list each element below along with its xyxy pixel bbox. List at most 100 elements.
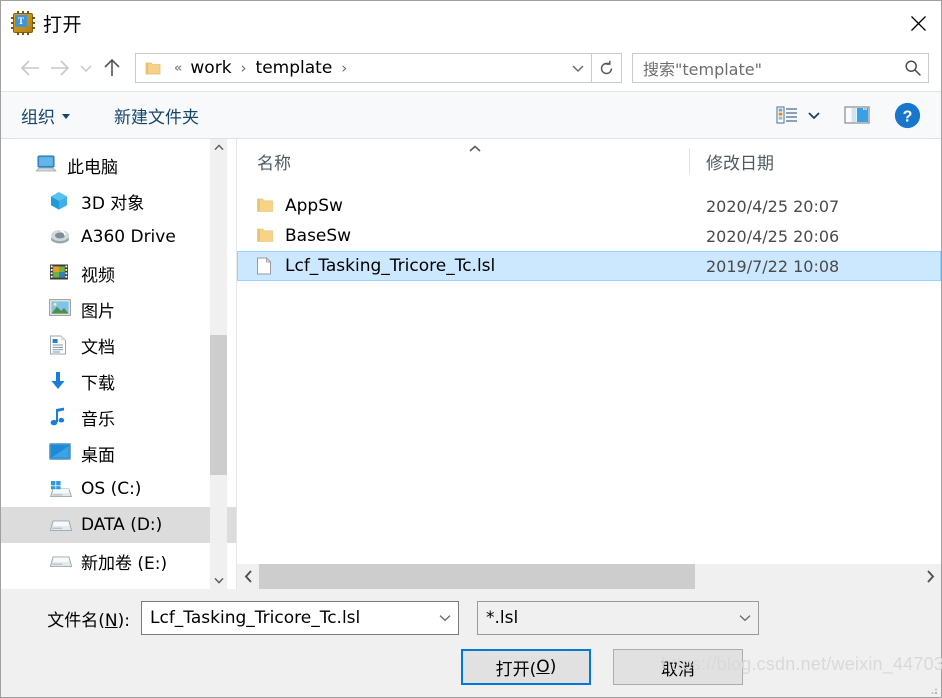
path-dropdown-button[interactable] xyxy=(565,54,591,82)
sidebar-scrollbar[interactable] xyxy=(210,139,227,589)
breadcrumb-chevron-2[interactable]: › xyxy=(333,59,355,77)
file-list-pane: 名称 修改日期 AppSw 2020/4/25 20:07 BaseSw 202… xyxy=(237,139,941,590)
chevron-down-icon xyxy=(62,114,70,119)
hscroll-right-button[interactable] xyxy=(919,564,941,590)
cancel-button[interactable]: 取消 xyxy=(613,649,743,685)
sidebar-item-label: 文档 xyxy=(81,337,115,358)
sort-ascending-icon xyxy=(465,139,485,152)
hscroll-track[interactable] xyxy=(259,563,919,590)
windows-drive-icon xyxy=(49,479,73,499)
view-mode-button[interactable] xyxy=(770,92,804,138)
title-bar: T 打开 xyxy=(1,1,941,45)
recent-locations-button[interactable] xyxy=(75,53,97,83)
file-name-text: Lcf_Tasking_Tricore_Tc.lsl xyxy=(285,256,496,276)
preview-pane-button[interactable] xyxy=(830,92,884,138)
breadcrumb-overflow[interactable]: « xyxy=(167,61,189,76)
column-header-name[interactable]: 名称 xyxy=(237,148,689,174)
new-folder-label: 新建文件夹 xyxy=(114,107,199,128)
a360-drive-icon xyxy=(49,227,71,247)
table-row[interactable]: BaseSw 2020/4/25 20:06 xyxy=(237,221,941,251)
file-date-cell: 2020/4/25 20:07 xyxy=(706,196,840,216)
table-row[interactable]: AppSw 2020/4/25 20:07 xyxy=(237,191,941,221)
sidebar-item-this-pc[interactable]: 此电脑 xyxy=(1,147,236,183)
file-name-cell: Lcf_Tasking_Tricore_Tc.lsl xyxy=(238,256,690,276)
sidebar-item-os-c[interactable]: OS (C:) xyxy=(1,471,236,507)
chevron-down-icon xyxy=(213,577,224,584)
filename-row: 文件名(N): Lcf_Tasking_Tricore_Tc.lsl *.lsl xyxy=(17,601,925,635)
breadcrumb-item-work[interactable]: work xyxy=(189,58,232,78)
filetype-dropdown-button[interactable] xyxy=(732,602,758,634)
filename-value[interactable]: Lcf_Tasking_Tricore_Tc.lsl xyxy=(150,608,432,628)
column-header-date[interactable]: 修改日期 xyxy=(689,148,941,174)
music-icon xyxy=(49,407,71,427)
arrow-right-icon xyxy=(51,60,70,76)
hscroll-thumb[interactable] xyxy=(259,563,695,590)
sidebar-item-pictures[interactable]: 图片 xyxy=(1,291,236,327)
sidebar-item-label: 新加卷 (E:) xyxy=(81,553,168,574)
filetype-value[interactable]: *.lsl xyxy=(486,608,732,628)
sidebar-item-label: A360 Drive xyxy=(81,227,176,247)
videos-icon xyxy=(49,263,71,283)
close-button[interactable] xyxy=(895,1,941,45)
resize-grip[interactable] xyxy=(926,682,938,694)
command-toolbar: 组织 新建文件夹 ? xyxy=(1,91,941,139)
file-list-horizontal-scrollbar[interactable] xyxy=(237,563,941,590)
organize-button[interactable]: 组织 xyxy=(21,92,70,138)
up-button[interactable] xyxy=(97,53,127,83)
sidebar-item-downloads[interactable]: 下载 xyxy=(1,363,236,399)
pictures-icon xyxy=(49,299,71,319)
sidebar-item-label: 音乐 xyxy=(81,409,115,430)
chevron-down-icon xyxy=(572,65,584,72)
view-mode-dropdown[interactable] xyxy=(804,92,830,138)
back-button[interactable] xyxy=(15,53,45,83)
downloads-icon xyxy=(49,371,71,391)
hscroll-left-button[interactable] xyxy=(237,564,259,590)
filetype-select[interactable]: *.lsl xyxy=(477,601,759,635)
help-button[interactable]: ? xyxy=(884,92,927,138)
sidebar-item-desktop[interactable]: 桌面 xyxy=(1,435,236,471)
list-view-icon xyxy=(776,106,797,124)
chevron-right-icon xyxy=(926,570,934,583)
folder-icon xyxy=(145,61,161,75)
filename-input[interactable]: Lcf_Tasking_Tricore_Tc.lsl xyxy=(141,601,459,635)
sidebar-item-a360-drive[interactable]: A360 Drive xyxy=(1,219,236,255)
sidebar-scroll-up-button[interactable] xyxy=(210,139,227,156)
3d-objects-icon xyxy=(49,191,71,211)
open-button[interactable]: 打开(O) xyxy=(461,649,591,685)
new-folder-button[interactable]: 新建文件夹 xyxy=(114,92,199,138)
button-row: 打开(O) 取消 xyxy=(17,647,925,687)
dialog-footer: 文件名(N): Lcf_Tasking_Tricore_Tc.lsl *.lsl xyxy=(1,589,942,697)
chevron-up-icon xyxy=(213,144,224,151)
sidebar-item-documents[interactable]: 文档 xyxy=(1,327,236,363)
file-name-cell: BaseSw xyxy=(238,226,690,246)
open-label-accesskey: O xyxy=(536,657,550,677)
close-icon xyxy=(910,15,926,31)
sidebar-item-label: 3D 对象 xyxy=(81,193,145,214)
sidebar-item-videos[interactable]: 视频 xyxy=(1,255,236,291)
breadcrumb-item-template[interactable]: template xyxy=(255,58,334,78)
sidebar-scroll-thumb[interactable] xyxy=(210,335,227,475)
chevron-down-icon xyxy=(808,111,820,119)
search-input[interactable]: 搜索"template" xyxy=(643,56,904,80)
arrow-left-icon xyxy=(20,60,39,76)
folder-icon xyxy=(256,227,274,245)
filename-dropdown-button[interactable] xyxy=(432,602,458,634)
search-icon[interactable] xyxy=(904,59,922,77)
sidebar-item-3d-objects[interactable]: 3D 对象 xyxy=(1,183,236,219)
preview-pane-icon xyxy=(844,106,870,124)
navigation-sidebar: 此电脑 3D 对象 A360 Drive 视频 图片 文档 下载 音乐 桌面 O… xyxy=(1,139,237,589)
sidebar-item-new-volume-e[interactable]: 新加卷 (E:) xyxy=(1,543,236,579)
refresh-button[interactable] xyxy=(592,53,622,83)
sidebar-item-data-d[interactable]: DATA (D:) xyxy=(1,507,236,543)
search-box[interactable]: 搜索"template" xyxy=(632,53,929,83)
table-row[interactable]: Lcf_Tasking_Tricore_Tc.lsl 2019/7/22 10:… xyxy=(237,251,941,281)
svg-text:?: ? xyxy=(903,108,913,125)
chevron-down-icon xyxy=(739,615,751,622)
sidebar-item-music[interactable]: 音乐 xyxy=(1,399,236,435)
navigation-bar: « work › template › 搜索"template" xyxy=(1,45,941,91)
help-icon: ? xyxy=(894,102,921,128)
breadcrumb-chevron-1[interactable]: › xyxy=(233,59,255,77)
sidebar-scroll-down-button[interactable] xyxy=(210,572,227,589)
sidebar-item-label: 桌面 xyxy=(81,445,115,466)
forward-button[interactable] xyxy=(45,53,75,83)
